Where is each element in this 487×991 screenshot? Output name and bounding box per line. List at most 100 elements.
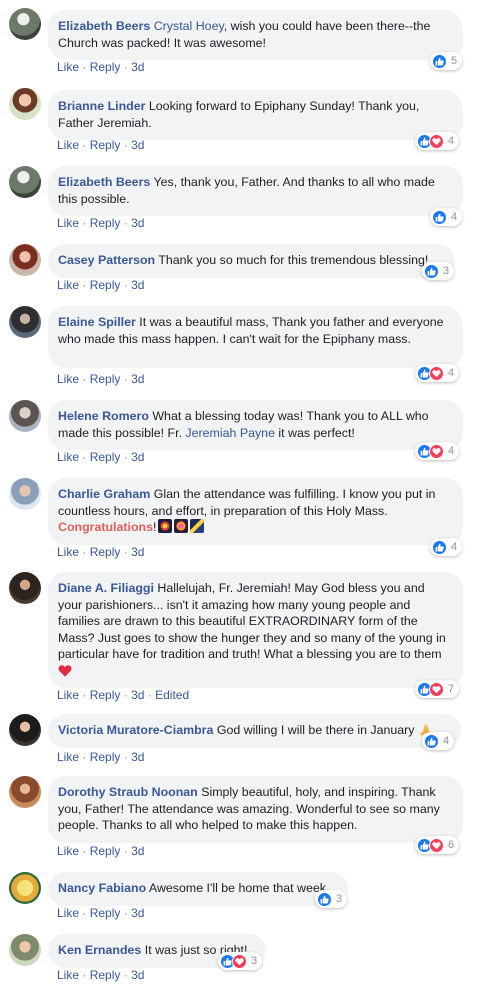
comment-bubble: Dorothy Straub Noonan Simply beautiful, … xyxy=(48,776,463,843)
like-link[interactable]: Like xyxy=(57,750,79,764)
comment-actions: Like · Reply · 3d xyxy=(57,545,144,559)
red-heart-emoji xyxy=(58,664,72,678)
reaction-count: 3 xyxy=(336,893,343,905)
separator-dot: · xyxy=(82,372,87,386)
comment-timestamp[interactable]: 3d xyxy=(131,968,144,982)
comment-timestamp[interactable]: 3d xyxy=(131,750,144,764)
like-link[interactable]: Like xyxy=(57,216,79,230)
comment-timestamp[interactable]: 3d xyxy=(131,216,144,230)
comment-bubble: Elaine Spiller It was a beautiful mass, … xyxy=(48,306,463,368)
avatar[interactable] xyxy=(9,478,41,510)
avatar[interactable] xyxy=(9,572,41,604)
reaction-summary[interactable]: 4 xyxy=(415,364,460,382)
comment-author[interactable]: Victoria Muratore-Ciambra xyxy=(58,723,213,737)
reaction-summary[interactable]: 7 xyxy=(415,680,460,698)
comment-actions: Like · Reply · 3d xyxy=(57,968,144,982)
comment-actions: Like · Reply · 3d xyxy=(57,372,144,386)
reply-link[interactable]: Reply xyxy=(90,278,121,292)
reaction-summary[interactable]: 6 xyxy=(415,836,460,854)
comment-author[interactable]: Elizabeth Beers xyxy=(58,19,150,33)
comment-timestamp[interactable]: 3d xyxy=(131,278,144,292)
like-link[interactable]: Like xyxy=(57,450,79,464)
comment-author[interactable]: Diane A. Filiaggi xyxy=(58,581,154,595)
like-link[interactable]: Like xyxy=(57,906,79,920)
comment-timestamp[interactable]: 3d xyxy=(131,545,144,559)
like-link[interactable]: Like xyxy=(57,545,79,559)
reply-link[interactable]: Reply xyxy=(90,844,121,858)
comment-author[interactable]: Charlie Graham xyxy=(58,487,150,501)
separator-dot: · xyxy=(82,138,87,152)
comment-timestamp[interactable]: 3d xyxy=(131,844,144,858)
comment-timestamp[interactable]: 3d xyxy=(131,60,144,74)
comment-author[interactable]: Brianne Linder xyxy=(58,99,145,113)
comment-bubble: Elizabeth Beers Yes, thank you, Father. … xyxy=(48,166,463,216)
separator-dot: · xyxy=(123,216,128,230)
mention-link[interactable]: Crystal Hoey xyxy=(154,19,224,33)
comment-author[interactable]: Helene Romero xyxy=(58,409,149,423)
reaction-count: 4 xyxy=(448,367,455,379)
avatar[interactable] xyxy=(9,400,41,432)
like-link[interactable]: Like xyxy=(57,968,79,982)
reply-link[interactable]: Reply xyxy=(90,688,121,702)
separator-dot: · xyxy=(82,750,87,764)
separator-dot: · xyxy=(147,688,152,702)
comment-author[interactable]: Dorothy Straub Noonan xyxy=(58,785,198,799)
like-link[interactable]: Like xyxy=(57,844,79,858)
reaction-summary[interactable]: 4 xyxy=(430,538,463,556)
comment-timestamp[interactable]: 3d xyxy=(131,138,144,152)
reply-link[interactable]: Reply xyxy=(90,216,121,230)
comment-author[interactable]: Ken Ernandes xyxy=(58,943,141,957)
like-link[interactable]: Like xyxy=(57,60,79,74)
reply-link[interactable]: Reply xyxy=(90,138,121,152)
reaction-summary[interactable]: 3 xyxy=(218,952,263,970)
like-link[interactable]: Like xyxy=(57,372,79,386)
comment-author[interactable]: Elizabeth Beers xyxy=(58,175,150,189)
reply-link[interactable]: Reply xyxy=(90,750,121,764)
reply-link[interactable]: Reply xyxy=(90,450,121,464)
avatar[interactable] xyxy=(9,934,41,966)
love-reaction-icon xyxy=(429,133,444,149)
comment-timestamp[interactable]: 3d xyxy=(131,450,144,464)
comment-timestamp[interactable]: 3d xyxy=(131,372,144,386)
separator-dot: · xyxy=(82,688,87,702)
reply-link[interactable]: Reply xyxy=(90,372,121,386)
reply-link[interactable]: Reply xyxy=(90,906,121,920)
reaction-summary[interactable]: 4 xyxy=(415,442,460,460)
comment-author[interactable]: Elaine Spiller xyxy=(58,315,136,329)
reaction-count: 3 xyxy=(251,955,258,967)
avatar[interactable] xyxy=(9,306,41,338)
comment-timestamp[interactable]: 3d xyxy=(131,906,144,920)
separator-dot: · xyxy=(82,450,87,464)
reaction-summary[interactable]: 4 xyxy=(415,132,460,150)
avatar[interactable] xyxy=(9,244,41,276)
avatar[interactable] xyxy=(9,776,41,808)
avatar[interactable] xyxy=(9,8,41,40)
separator-dot: · xyxy=(123,844,128,858)
reaction-count: 4 xyxy=(451,211,458,223)
comment-author[interactable]: Casey Patterson xyxy=(58,253,155,267)
like-link[interactable]: Like xyxy=(57,688,79,702)
reaction-summary[interactable]: 3 xyxy=(422,262,455,280)
reply-link[interactable]: Reply xyxy=(90,60,121,74)
avatar[interactable] xyxy=(9,714,41,746)
reply-link[interactable]: Reply xyxy=(90,545,121,559)
reply-link[interactable]: Reply xyxy=(90,968,121,982)
comment-timestamp[interactable]: 3d xyxy=(131,688,144,702)
reaction-summary[interactable]: 5 xyxy=(430,52,463,70)
reaction-summary[interactable]: 3 xyxy=(315,890,348,908)
avatar[interactable] xyxy=(9,166,41,198)
separator-dot: · xyxy=(82,545,87,559)
separator-dot: · xyxy=(82,968,87,982)
avatar[interactable] xyxy=(9,872,41,904)
reaction-count: 7 xyxy=(448,683,455,695)
separator-dot: · xyxy=(123,60,128,74)
mention-link[interactable]: Jeremiah Payne xyxy=(185,426,275,440)
like-link[interactable]: Like xyxy=(57,278,79,292)
reaction-summary[interactable]: 4 xyxy=(430,208,463,226)
like-link[interactable]: Like xyxy=(57,138,79,152)
comment-actions: Like · Reply · 3d xyxy=(57,750,144,764)
avatar[interactable] xyxy=(9,88,41,120)
reaction-summary[interactable]: 4 xyxy=(422,732,455,750)
comment-author[interactable]: Nancy Fabiano xyxy=(58,881,146,895)
edited-label[interactable]: Edited xyxy=(155,688,189,702)
